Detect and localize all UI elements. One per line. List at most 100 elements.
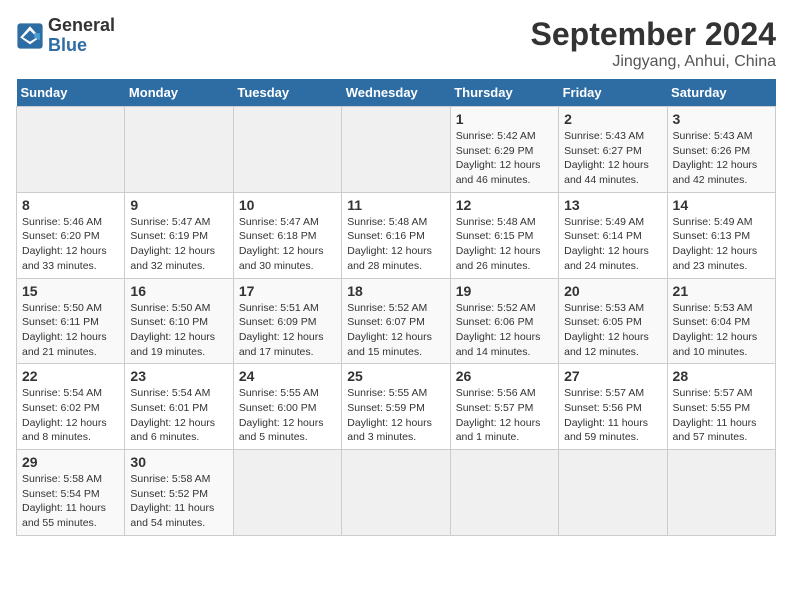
day-number: 17 <box>239 283 336 299</box>
day-number: 26 <box>456 368 553 384</box>
calendar-cell <box>667 450 775 536</box>
day-number: 12 <box>456 197 553 213</box>
calendar-cell: 25Sunrise: 5:55 AMSunset: 5:59 PMDayligh… <box>342 364 450 450</box>
calendar-cell: 1 Sunrise: 5:42 AMSunset: 6:29 PMDaylight… <box>450 107 558 193</box>
day-number: 8 <box>22 197 119 213</box>
calendar-cell: 19 Sunrise: 5:52 AMSunset: 6:06 PMDayligh… <box>450 278 558 364</box>
page-subtitle: Jingyang, Anhui, China <box>531 53 776 71</box>
calendar-cell: 24 Sunrise: 5:55 AMSunset: 6:00 PMDayligh… <box>233 364 341 450</box>
day-number: 16 <box>130 283 227 299</box>
day-number: 21 <box>673 283 770 299</box>
page-title: September 2024 <box>531 16 776 53</box>
header-cell-monday: Monday <box>125 79 233 107</box>
header-row: SundayMondayTuesdayWednesdayThursdayFrid… <box>17 79 776 107</box>
day-info: Sunrise: 5:50 AMSunset: 6:10 PMDaylight:… <box>130 301 227 360</box>
day-number: 27 <box>564 368 661 384</box>
calendar-cell: 15Sunrise: 5:50 AMSunset: 6:11 PMDayligh… <box>17 278 125 364</box>
calendar-row-2: 8 Sunrise: 5:46 AMSunset: 6:20 PMDaylight… <box>17 192 776 278</box>
day-info: Sunrise: 5:43 AMSunset: 6:26 PMDaylight:… <box>673 129 770 188</box>
calendar-cell: 13Sunrise: 5:49 AMSunset: 6:14 PMDayligh… <box>559 192 667 278</box>
day-number: 18 <box>347 283 444 299</box>
header-cell-wednesday: Wednesday <box>342 79 450 107</box>
calendar-cell: 30 Sunrise: 5:58 AMSunset: 5:52 PMDayligh… <box>125 450 233 536</box>
day-number: 25 <box>347 368 444 384</box>
calendar-cell <box>17 107 125 193</box>
logo-line1: General <box>48 16 115 36</box>
day-info: Sunrise: 5:52 AMSunset: 6:07 PMDaylight:… <box>347 301 444 360</box>
calendar-cell: 9 Sunrise: 5:47 AMSunset: 6:19 PMDaylight… <box>125 192 233 278</box>
calendar-cell <box>559 450 667 536</box>
logo: General Blue <box>16 16 115 56</box>
day-info: Sunrise: 5:48 AMSunset: 6:16 PMDaylight:… <box>347 215 444 274</box>
day-info: Sunrise: 5:48 AMSunset: 6:15 PMDaylight:… <box>456 215 553 274</box>
calendar-cell: 18 Sunrise: 5:52 AMSunset: 6:07 PMDayligh… <box>342 278 450 364</box>
day-info: Sunrise: 5:53 AMSunset: 6:05 PMDaylight:… <box>564 301 661 360</box>
calendar-row-4: 22 Sunrise: 5:54 AMSunset: 6:02 PMDayligh… <box>17 364 776 450</box>
calendar-cell <box>450 450 558 536</box>
day-number: 23 <box>130 368 227 384</box>
header-cell-friday: Friday <box>559 79 667 107</box>
day-number: 24 <box>239 368 336 384</box>
day-number: 22 <box>22 368 119 384</box>
calendar-cell: 29 Sunrise: 5:58 AMSunset: 5:54 PMDayligh… <box>17 450 125 536</box>
logo-line2: Blue <box>48 36 115 56</box>
calendar-cell: 2Sunrise: 5:43 AMSunset: 6:27 PMDaylight… <box>559 107 667 193</box>
day-info: Sunrise: 5:47 AMSunset: 6:18 PMDaylight:… <box>239 215 336 274</box>
day-number: 28 <box>673 368 770 384</box>
day-info: Sunrise: 5:51 AMSunset: 6:09 PMDaylight:… <box>239 301 336 360</box>
calendar-cell: 26 Sunrise: 5:56 AMSunset: 5:57 PMDayligh… <box>450 364 558 450</box>
day-info: Sunrise: 5:57 AMSunset: 5:56 PMDaylight:… <box>564 386 661 445</box>
calendar-cell: 17 Sunrise: 5:51 AMSunset: 6:09 PMDayligh… <box>233 278 341 364</box>
calendar-body: 1 Sunrise: 5:42 AMSunset: 6:29 PMDaylight… <box>17 107 776 536</box>
day-number: 20 <box>564 283 661 299</box>
calendar-cell: 14 Sunrise: 5:49 AMSunset: 6:13 PMDayligh… <box>667 192 775 278</box>
day-number: 9 <box>130 197 227 213</box>
day-number: 29 <box>22 454 119 470</box>
calendar-table: SundayMondayTuesdayWednesdayThursdayFrid… <box>16 79 776 536</box>
day-info: Sunrise: 5:49 AMSunset: 6:13 PMDaylight:… <box>673 215 770 274</box>
calendar-cell <box>125 107 233 193</box>
calendar-row-3: 15Sunrise: 5:50 AMSunset: 6:11 PMDayligh… <box>17 278 776 364</box>
calendar-cell: 28 Sunrise: 5:57 AMSunset: 5:55 PMDayligh… <box>667 364 775 450</box>
header-cell-saturday: Saturday <box>667 79 775 107</box>
calendar-cell: 3 Sunrise: 5:43 AMSunset: 6:26 PMDaylight… <box>667 107 775 193</box>
day-info: Sunrise: 5:46 AMSunset: 6:20 PMDaylight:… <box>22 215 119 274</box>
calendar-cell: 12 Sunrise: 5:48 AMSunset: 6:15 PMDayligh… <box>450 192 558 278</box>
calendar-cell <box>342 107 450 193</box>
logo-text: General Blue <box>48 16 115 56</box>
day-info: Sunrise: 5:42 AMSunset: 6:29 PMDaylight:… <box>456 129 553 188</box>
day-info: Sunrise: 5:47 AMSunset: 6:19 PMDaylight:… <box>130 215 227 274</box>
day-info: Sunrise: 5:58 AMSunset: 5:52 PMDaylight:… <box>130 472 227 531</box>
day-info: Sunrise: 5:56 AMSunset: 5:57 PMDaylight:… <box>456 386 553 445</box>
calendar-cell <box>233 107 341 193</box>
day-number: 30 <box>130 454 227 470</box>
title-block: September 2024 Jingyang, Anhui, China <box>531 16 776 71</box>
header-cell-sunday: Sunday <box>17 79 125 107</box>
day-number: 11 <box>347 197 444 213</box>
day-number: 2 <box>564 111 661 127</box>
day-info: Sunrise: 5:54 AMSunset: 6:01 PMDaylight:… <box>130 386 227 445</box>
day-number: 15 <box>22 283 119 299</box>
page-header: General Blue September 2024 Jingyang, An… <box>16 16 776 71</box>
day-info: Sunrise: 5:52 AMSunset: 6:06 PMDaylight:… <box>456 301 553 360</box>
calendar-row-5: 29 Sunrise: 5:58 AMSunset: 5:54 PMDayligh… <box>17 450 776 536</box>
day-info: Sunrise: 5:58 AMSunset: 5:54 PMDaylight:… <box>22 472 119 531</box>
day-info: Sunrise: 5:54 AMSunset: 6:02 PMDaylight:… <box>22 386 119 445</box>
day-number: 1 <box>456 111 553 127</box>
day-info: Sunrise: 5:53 AMSunset: 6:04 PMDaylight:… <box>673 301 770 360</box>
calendar-cell: 20 Sunrise: 5:53 AMSunset: 6:05 PMDayligh… <box>559 278 667 364</box>
day-info: Sunrise: 5:49 AMSunset: 6:14 PMDaylight:… <box>564 215 661 274</box>
day-info: Sunrise: 5:55 AMSunset: 6:00 PMDaylight:… <box>239 386 336 445</box>
day-info: Sunrise: 5:57 AMSunset: 5:55 PMDaylight:… <box>673 386 770 445</box>
calendar-cell: 23 Sunrise: 5:54 AMSunset: 6:01 PMDayligh… <box>125 364 233 450</box>
day-number: 19 <box>456 283 553 299</box>
header-cell-thursday: Thursday <box>450 79 558 107</box>
day-number: 10 <box>239 197 336 213</box>
calendar-cell: 8 Sunrise: 5:46 AMSunset: 6:20 PMDaylight… <box>17 192 125 278</box>
calendar-cell: 10 Sunrise: 5:47 AMSunset: 6:18 PMDayligh… <box>233 192 341 278</box>
day-number: 3 <box>673 111 770 127</box>
logo-icon <box>16 22 44 50</box>
header-cell-tuesday: Tuesday <box>233 79 341 107</box>
calendar-cell <box>342 450 450 536</box>
day-number: 14 <box>673 197 770 213</box>
